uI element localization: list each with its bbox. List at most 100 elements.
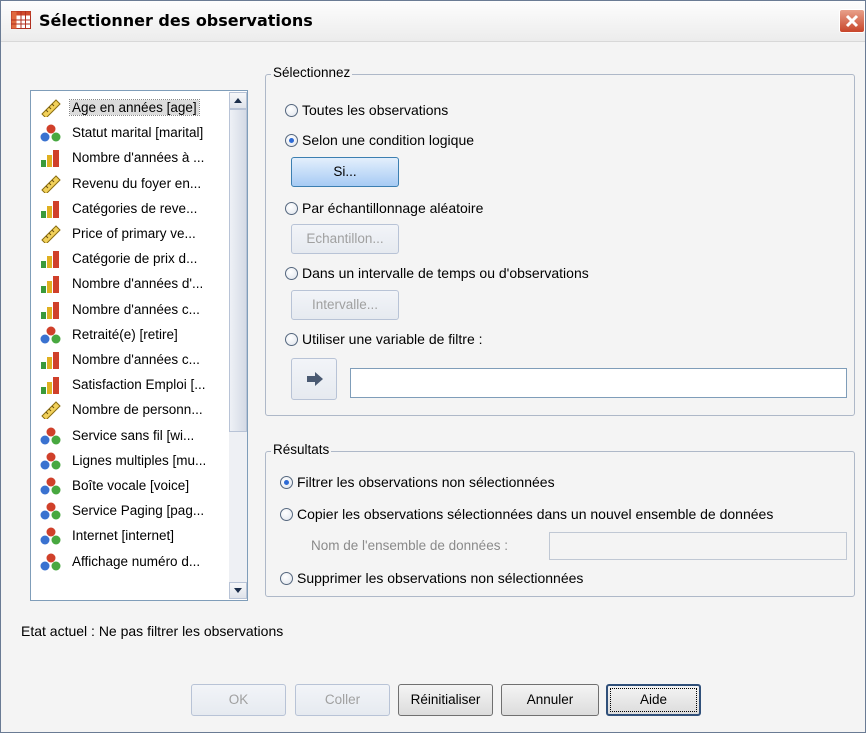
variable-list-item[interactable]: Lignes multiples [mu... xyxy=(36,448,230,472)
variable-list-item[interactable]: Retraité(e) [retire] xyxy=(36,322,230,346)
balls-icon xyxy=(40,124,62,142)
balls-icon xyxy=(40,427,62,445)
dialog-title: Sélectionner des observations xyxy=(39,11,313,30)
balls-icon xyxy=(40,553,62,571)
dialog-window: Sélectionner des observations Age en ann… xyxy=(0,0,866,733)
ruler-icon xyxy=(40,401,62,422)
balls-icon xyxy=(40,527,62,545)
radio-all-cases-label: Toutes les observations xyxy=(302,102,449,118)
radio-dot xyxy=(280,572,293,585)
bar-chart-icon xyxy=(40,376,62,395)
reset-button[interactable]: Réinitialiser xyxy=(398,684,493,716)
help-button[interactable]: Aide xyxy=(606,684,701,716)
variable-list-item[interactable]: Internet [internet] xyxy=(36,523,230,547)
variable-list-item[interactable]: Statut marital [marital] xyxy=(36,120,230,144)
variable-list-item[interactable]: Satisfaction Emploi [... xyxy=(36,372,230,396)
variable-label: Nombre d'années c... xyxy=(72,301,200,317)
variable-label: Statut marital [marital] xyxy=(72,125,204,141)
arrow-up-icon xyxy=(234,98,242,103)
variable-list-item[interactable]: Service Paging [pag... xyxy=(36,498,230,522)
variable-list-item[interactable]: Age en années [age] xyxy=(36,95,230,119)
bar-chart-icon xyxy=(40,250,62,269)
bar-chart-icon xyxy=(40,149,62,168)
scroll-up-button[interactable] xyxy=(229,92,247,109)
ok-button[interactable]: OK xyxy=(191,684,286,716)
dataset-name-label: Nom de l'ensemble de données : xyxy=(311,538,508,553)
variable-list-item[interactable]: Catégorie de prix d... xyxy=(36,246,230,270)
variable-label: Age en années [age] xyxy=(69,99,200,116)
scroll-down-button[interactable] xyxy=(229,582,247,599)
focus-ring xyxy=(610,688,697,712)
radio-filter-variable-label: Utiliser une variable de filtre : xyxy=(302,331,483,347)
radio-dot xyxy=(280,508,293,521)
variable-label: Internet [internet] xyxy=(72,528,175,544)
variable-list-item[interactable]: Nombre d'années c... xyxy=(36,347,230,371)
variable-label: Affichage numéro d... xyxy=(72,553,201,569)
variable-list-item[interactable]: Nombre d'années à ... xyxy=(36,145,230,169)
variable-label: Satisfaction Emploi [... xyxy=(72,377,206,393)
radio-dot xyxy=(285,333,298,346)
variable-label: Boîte vocale [voice] xyxy=(72,478,190,493)
sample-button[interactable]: Echantillon... xyxy=(291,224,399,254)
bar-chart-icon xyxy=(40,200,62,218)
variable-label: Lignes multiples [mu... xyxy=(72,452,207,468)
variable-list-item[interactable]: Revenu du foyer en... xyxy=(36,171,230,195)
radio-if-condition-label: Selon une condition logique xyxy=(302,132,475,148)
arrow-right-icon xyxy=(307,372,323,386)
variable-label: Retraité(e) [retire] xyxy=(72,326,178,342)
variable-label: Nombre d'années c... xyxy=(72,352,200,367)
radio-dot xyxy=(280,476,293,489)
balls-icon xyxy=(40,452,62,470)
radio-time-range-label: Dans un intervalle de temps ou d'observa… xyxy=(302,265,589,281)
variable-label: Catégorie de prix d... xyxy=(72,251,198,267)
variable-list[interactable]: Age en années [age] Statut marital [marit… xyxy=(30,90,248,601)
variable-list-item[interactable]: Boîte vocale [voice] xyxy=(36,473,230,497)
variable-label: Nombre d'années d'... xyxy=(72,276,204,292)
radio-delete-unselected-label: Supprimer les observations non sélection… xyxy=(297,570,584,586)
radio-dot xyxy=(285,267,298,280)
variable-list-item[interactable]: Price of primary ve... xyxy=(36,221,230,245)
balls-icon xyxy=(40,502,62,520)
balls-icon xyxy=(40,477,62,495)
results-group-title: Résultats xyxy=(271,442,332,457)
vertical-scrollbar[interactable] xyxy=(229,92,247,599)
radio-filter-unselected-label: Filtrer les observations non sélectionné… xyxy=(297,474,555,490)
filter-variable-field[interactable] xyxy=(350,368,847,398)
radio-dot xyxy=(285,202,298,215)
bar-chart-icon xyxy=(40,351,62,369)
paste-button[interactable]: Coller xyxy=(295,684,390,716)
table-icon xyxy=(11,11,31,29)
bar-chart-icon xyxy=(40,275,62,294)
radio-dot xyxy=(285,134,298,147)
variable-label: Catégories de reve... xyxy=(72,200,198,216)
if-button[interactable]: Si... xyxy=(291,157,399,187)
dataset-name-field[interactable] xyxy=(549,532,847,560)
ruler-icon xyxy=(40,99,62,119)
ruler-icon xyxy=(40,225,62,245)
variable-list-item[interactable]: Catégories de reve... xyxy=(36,196,230,220)
select-group-title: Sélectionnez xyxy=(271,65,353,80)
radio-copy-dataset-label: Copier les observations sélectionnées da… xyxy=(297,506,774,522)
title-bar[interactable]: Sélectionner des observations xyxy=(1,1,865,42)
cancel-button[interactable]: Annuler xyxy=(501,684,599,716)
radio-dot xyxy=(285,104,298,117)
ruler-icon xyxy=(40,174,62,195)
scroll-thumb[interactable] xyxy=(229,109,247,432)
range-button[interactable]: Intervalle... xyxy=(291,290,399,320)
variable-label: Service Paging [pag... xyxy=(72,503,205,519)
bar-chart-icon xyxy=(40,301,62,319)
variable-list-item[interactable]: Nombre d'années c... xyxy=(36,297,230,321)
move-variable-button[interactable] xyxy=(291,358,337,400)
arrow-down-icon xyxy=(234,588,242,593)
variable-list-item[interactable]: Nombre d'années d'... xyxy=(36,271,230,295)
variable-label: Nombre de personn... xyxy=(72,402,203,418)
status-text: Etat actuel : Ne pas filtrer les observa… xyxy=(21,623,284,639)
variable-list-item[interactable]: Service sans fil [wi... xyxy=(36,423,230,447)
close-icon xyxy=(845,14,859,28)
balls-icon xyxy=(40,326,62,344)
variable-label: Service sans fil [wi... xyxy=(72,427,195,443)
variable-list-item[interactable]: Nombre de personn... xyxy=(36,397,230,422)
variable-list-item[interactable]: Affichage numéro d... xyxy=(36,549,230,573)
close-button[interactable] xyxy=(839,9,865,33)
variable-label: Price of primary ve... xyxy=(72,226,196,241)
